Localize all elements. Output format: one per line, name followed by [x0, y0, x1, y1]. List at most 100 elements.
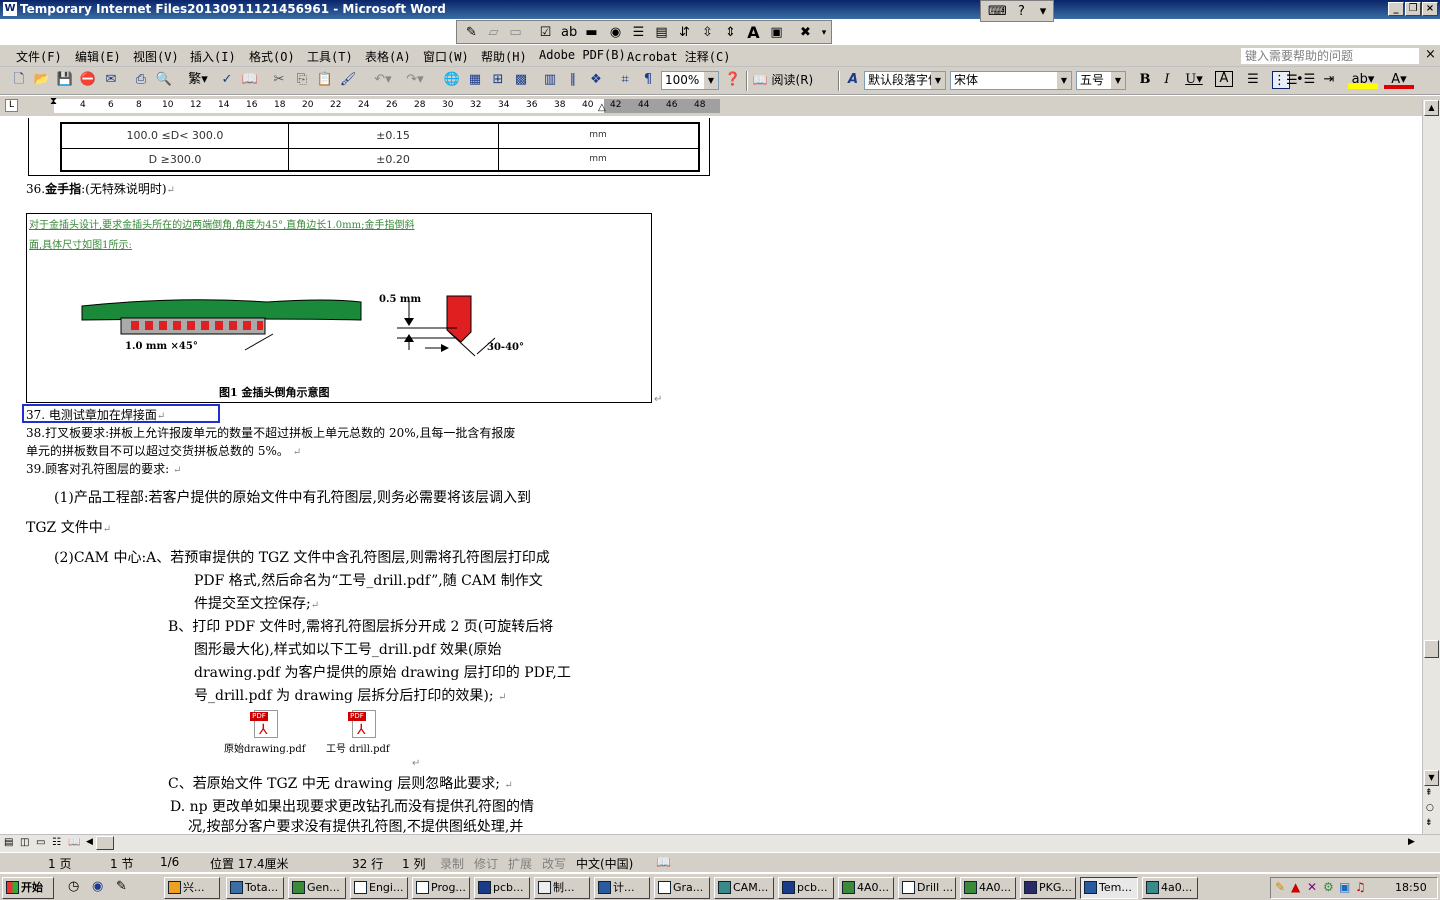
help-icon[interactable]: ?: [1013, 3, 1030, 20]
save-icon[interactable]: 💾: [56, 71, 74, 89]
help-search-input[interactable]: 键入需要帮助的问题: [1240, 47, 1420, 65]
taskbar-item[interactable]: 兴...: [164, 877, 220, 899]
menu-file[interactable]: 文件(F): [16, 48, 62, 65]
right-indent-marker-icon[interactable]: △: [598, 102, 606, 113]
scroll-left-button[interactable]: ◀: [86, 837, 93, 847]
font-color-button[interactable]: A▾: [1384, 71, 1414, 89]
combobox-icon[interactable]: ▤: [653, 24, 670, 41]
spin-icon[interactable]: ⇳: [699, 24, 716, 41]
word-app-icon[interactable]: W: [3, 2, 17, 16]
tab-selector[interactable]: L: [5, 99, 18, 112]
taskbar-item[interactable]: 4a0...: [1142, 877, 1198, 899]
chevron-down-icon[interactable]: ▾: [1037, 3, 1049, 20]
browse-object-icon[interactable]: ○: [1426, 803, 1434, 813]
menu-table[interactable]: 表格(A): [365, 48, 411, 65]
taskbar-item[interactable]: Engi...: [350, 877, 408, 899]
quicklaunch-icon[interactable]: ◉: [92, 879, 103, 894]
insert-excel-icon[interactable]: ▩: [512, 71, 530, 89]
menu-acrobat-comment[interactable]: Acrobat 注释(C): [627, 48, 730, 65]
new-document-icon[interactable]: 🗋: [10, 71, 28, 89]
status-overtype[interactable]: 改写: [542, 855, 566, 872]
taskbar-item[interactable]: Prog...: [412, 877, 470, 899]
quicklaunch-icon[interactable]: ◷: [68, 879, 79, 894]
tray-icon[interactable]: ⚙: [1323, 880, 1334, 894]
label-icon[interactable]: A: [745, 24, 762, 41]
tray-icon[interactable]: ▲: [1291, 880, 1300, 894]
clock[interactable]: 18:50: [1395, 881, 1427, 894]
columns-icon[interactable]: ▥: [541, 71, 559, 89]
redo-icon[interactable]: ↷▾: [401, 71, 429, 89]
form-icon[interactable]: ▭: [507, 24, 524, 41]
menu-view[interactable]: 视图(V): [133, 48, 179, 65]
close-button[interactable]: ×: [1422, 2, 1438, 16]
taskbar-item[interactable]: PKG...: [1020, 877, 1076, 899]
eraser-icon[interactable]: ▱: [485, 24, 502, 41]
textbox-icon[interactable]: ab: [560, 24, 577, 41]
menu-window[interactable]: 窗口(W): [423, 48, 469, 65]
open-icon[interactable]: 📂: [33, 71, 51, 89]
radio-icon[interactable]: ◉: [607, 24, 624, 41]
show-hide-icon[interactable]: ¶: [639, 71, 657, 89]
vertical-scrollbar[interactable]: ▲ ▼ ⇞ ○ ⇟: [1422, 100, 1440, 834]
tray-icon[interactable]: ♫: [1355, 880, 1366, 894]
menu-format[interactable]: 格式(O): [249, 48, 295, 65]
web-view-icon[interactable]: ◫: [20, 837, 29, 848]
chevron-down-icon[interactable]: ▼: [1111, 72, 1125, 89]
read-button[interactable]: 📖 阅读(R): [752, 71, 814, 89]
scroll-thumb[interactable]: [1424, 640, 1439, 658]
figure-image[interactable]: 对于金插头设计,要求金插头所在的边两端倒角,角度为45°,直角边长1.0mm;金…: [26, 213, 652, 403]
scroll-thumb[interactable]: [96, 836, 114, 850]
reading-view-icon[interactable]: 📖: [68, 837, 80, 848]
paragraph-item-37[interactable]: 37. 电测试章加在焊接面↵: [26, 406, 165, 423]
menu-insert[interactable]: 插入(I): [190, 48, 236, 65]
numbering-button[interactable]: ⋮☰: [1272, 71, 1298, 89]
font-size-select[interactable]: 五号 ▼: [1076, 71, 1126, 90]
quicklaunch-icon[interactable]: ✎: [116, 879, 127, 894]
taskbar-item[interactable]: 4A0...: [838, 877, 894, 899]
menu-tools[interactable]: 工具(T): [307, 48, 353, 65]
scroll-down-button[interactable]: ▼: [1424, 770, 1439, 786]
spelling-status-icon[interactable]: 📖: [656, 855, 671, 869]
insert-table-icon[interactable]: ⊞: [489, 71, 507, 89]
print-view-icon[interactable]: ▭: [36, 837, 45, 848]
taskbar-item[interactable]: pcb...: [474, 877, 530, 899]
bold-button[interactable]: B: [1136, 71, 1154, 89]
keyboard-icon[interactable]: ⌨: [987, 3, 1007, 20]
taskbar-item[interactable]: Tota...: [226, 877, 284, 899]
taskbar-item[interactable]: CAM...: [714, 877, 774, 899]
spin-button-icon[interactable]: ⇕: [722, 24, 739, 41]
taskbar-item-active[interactable]: Tem...: [1080, 877, 1138, 899]
permission-icon[interactable]: ⛔: [79, 71, 97, 89]
checkbox-icon[interactable]: ☑: [537, 24, 554, 41]
taskbar-item[interactable]: 制...: [534, 877, 590, 899]
status-track-changes[interactable]: 修订: [474, 855, 498, 872]
next-page-icon[interactable]: ⇟: [1425, 818, 1433, 828]
outline-view-icon[interactable]: ☷: [52, 837, 61, 848]
underline-button[interactable]: U▾: [1180, 71, 1208, 89]
scroll-up-button[interactable]: ▲: [1424, 100, 1439, 116]
format-painter-icon[interactable]: 🖌: [339, 71, 357, 89]
highlight-button[interactable]: ab▾: [1348, 71, 1378, 89]
font-select[interactable]: 宋体 ▼: [950, 71, 1072, 90]
chevron-down-icon[interactable]: ▼: [704, 72, 718, 89]
print-icon[interactable]: ⎙: [132, 71, 150, 89]
research-icon[interactable]: 📖: [241, 71, 259, 89]
paste-icon[interactable]: 📋: [316, 71, 334, 89]
email-icon[interactable]: ✉: [102, 71, 120, 89]
style-select[interactable]: 默认段落字体 ▼: [864, 71, 946, 90]
taskbar-item[interactable]: Drill ...: [898, 877, 956, 899]
taskbar-item[interactable]: Gra...: [654, 877, 710, 899]
tray-icon[interactable]: ▣: [1339, 880, 1350, 894]
horizontal-scrollbar[interactable]: ▤ ◫ ▭ ☷ 📖 ◀ ▶: [0, 834, 1440, 852]
indent-marker-icon[interactable]: ⧗: [50, 96, 57, 107]
cut-icon[interactable]: ✂: [270, 71, 288, 89]
help-icon[interactable]: ❓: [724, 71, 742, 89]
print-preview-icon[interactable]: 🔍: [155, 71, 173, 89]
menu-edit[interactable]: 编辑(E): [75, 48, 121, 65]
scroll-right-button[interactable]: ▶: [1408, 837, 1415, 847]
taskbar-item[interactable]: pcb...: [778, 877, 834, 899]
pdf-attachment-drill[interactable]: PDF ⅄: [348, 710, 378, 740]
align-center-button[interactable]: ☰: [1244, 71, 1262, 89]
normal-view-icon[interactable]: ▤: [4, 837, 13, 848]
start-button[interactable]: 开始: [2, 877, 54, 899]
